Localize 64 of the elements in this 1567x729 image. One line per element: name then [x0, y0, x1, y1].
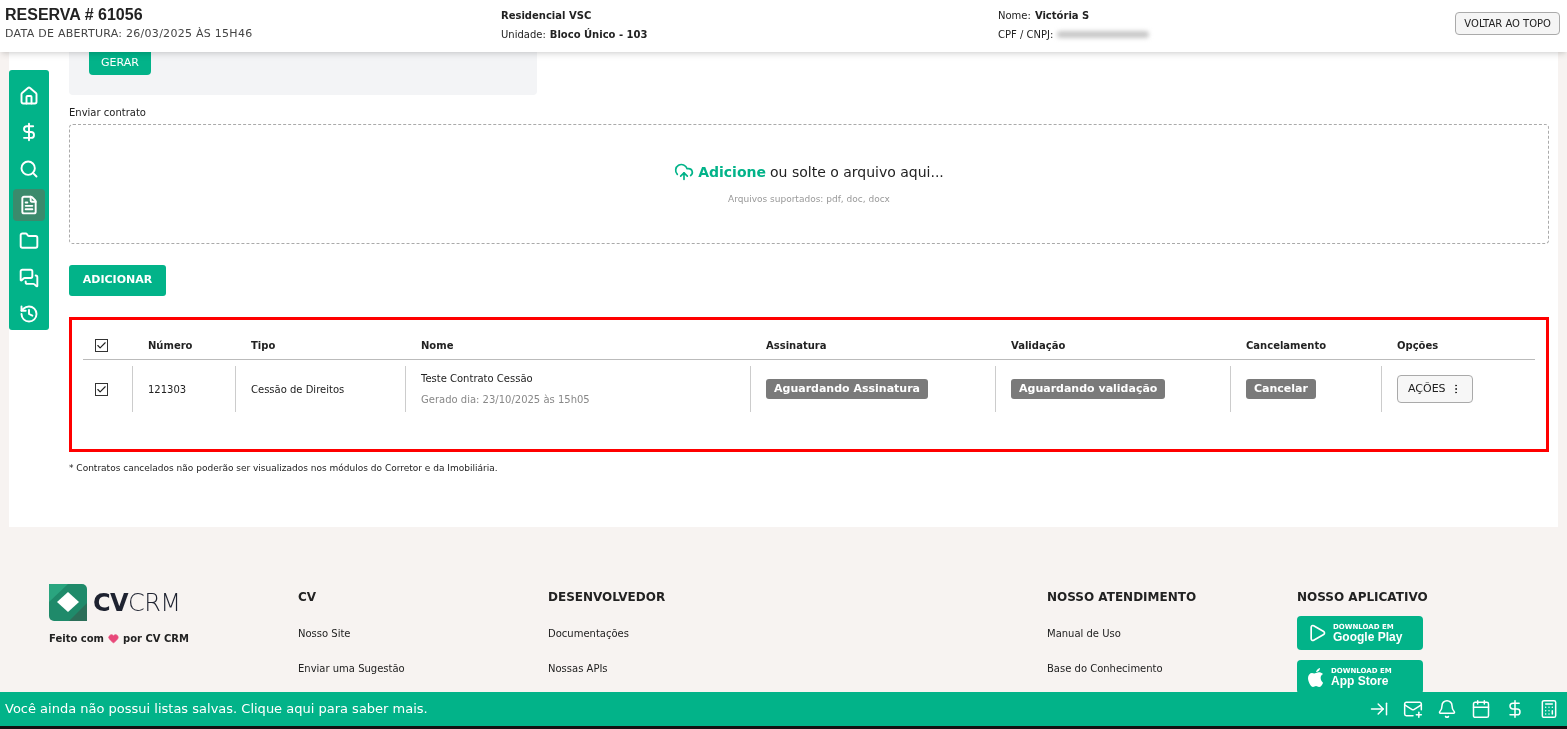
footer-link[interactable]: Nosso Site — [298, 626, 548, 641]
heart-icon — [108, 633, 119, 644]
footer-heading: NOSSO APLICATIVO — [1297, 589, 1428, 606]
column-header: Cancelamento — [1245, 339, 1328, 353]
name-label: Nome: — [998, 9, 1031, 23]
signature-status[interactable]: Aguardando Assinatura — [766, 378, 929, 400]
history-icon — [19, 303, 39, 324]
name-value: Victória S — [1034, 9, 1090, 23]
table-cell-text: Cessão de Direitos — [251, 382, 345, 397]
made-by-text: por CV CRM — [123, 632, 189, 646]
chat-icon — [19, 267, 39, 288]
upload-icon — [674, 162, 695, 183]
search-icon — [19, 158, 39, 179]
footer-heading: NOSSO ATENDIMENTO — [1047, 589, 1198, 606]
column-header: Número — [147, 339, 194, 353]
logo-icon — [49, 584, 87, 621]
upload-text: ou solte o arquivo aqui... — [770, 162, 944, 182]
footer-link[interactable]: Documentações — [548, 626, 1047, 641]
table-cell-text: 121303 — [148, 382, 187, 397]
document-label: CPF / CNPJ: — [998, 28, 1054, 42]
contract-name: Teste Contrato Cessão — [421, 372, 534, 386]
column-header: Opções — [1396, 339, 1440, 353]
bell-icon[interactable] — [1437, 699, 1457, 719]
project-name: Residencial VSC — [501, 9, 593, 23]
unit-value: Bloco Único - 103 — [549, 27, 648, 42]
upload-dropzone[interactable]: Adicione ou solte o arquivo aqui... Arquivos suportados: pdf, doc, docx — [69, 124, 1549, 244]
calculator-icon[interactable] — [1539, 699, 1559, 719]
store-name: App Store — [1331, 674, 1389, 687]
play-icon — [1307, 623, 1327, 643]
apple-icon — [1307, 667, 1325, 687]
opening-date: DATA DE ABERTURA: 26/03/2025 ÀS 15H46 — [5, 26, 254, 42]
actions-button[interactable]: AÇÕES — [1397, 375, 1473, 403]
home-icon — [19, 86, 39, 107]
unit-label: Unidade: — [501, 28, 546, 42]
footer-heading: DESENVOLVEDOR — [548, 589, 667, 606]
column-header: Tipo — [250, 339, 277, 353]
logo-text: CV — [93, 587, 128, 619]
made-with-text: Feito com — [49, 632, 104, 646]
logo-text: CRM — [128, 587, 181, 619]
footer-link[interactable]: Base do Conhecimento — [1047, 661, 1297, 676]
mail-icon[interactable] — [1403, 699, 1423, 719]
footer-heading: CV — [298, 589, 318, 606]
arrow-to-line-icon[interactable] — [1369, 699, 1389, 719]
reservation-title: RESERVA # 61056 — [5, 5, 144, 25]
column-header: Nome — [420, 339, 455, 353]
upload-label: Enviar contrato — [69, 106, 147, 120]
checkbox[interactable] — [95, 339, 108, 352]
document-icon — [19, 195, 39, 215]
column-header: Validação — [1010, 339, 1067, 353]
checkbox[interactable] — [95, 382, 108, 396]
generated-date: Gerado dia: 23/10/2025 às 15h05 — [421, 393, 591, 407]
validation-status[interactable]: Aguardando validação — [1011, 378, 1166, 400]
back-to-top-button[interactable]: VOLTAR AO TOPO — [1455, 12, 1560, 35]
cancel-button[interactable]: Cancelar — [1246, 378, 1316, 400]
footer-link[interactable]: Manual de Uso — [1047, 626, 1297, 641]
folder-icon — [19, 231, 39, 252]
store-name: Google Play — [1333, 630, 1403, 643]
upload-hint: Arquivos suportados: pdf, doc, docx — [728, 192, 890, 206]
sidebar-item[interactable] — [13, 188, 45, 222]
footnote: * Contratos cancelados não poderão ser visualizados nos módulos do Corretor e da Imobiliária. — [69, 462, 499, 475]
calendar-icon[interactable] — [1471, 699, 1491, 719]
footer-link[interactable]: Nossas APIs — [548, 661, 1047, 676]
footer-link[interactable]: Enviar uma Sugestão — [298, 661, 548, 676]
column-header: Assinatura — [765, 339, 828, 353]
